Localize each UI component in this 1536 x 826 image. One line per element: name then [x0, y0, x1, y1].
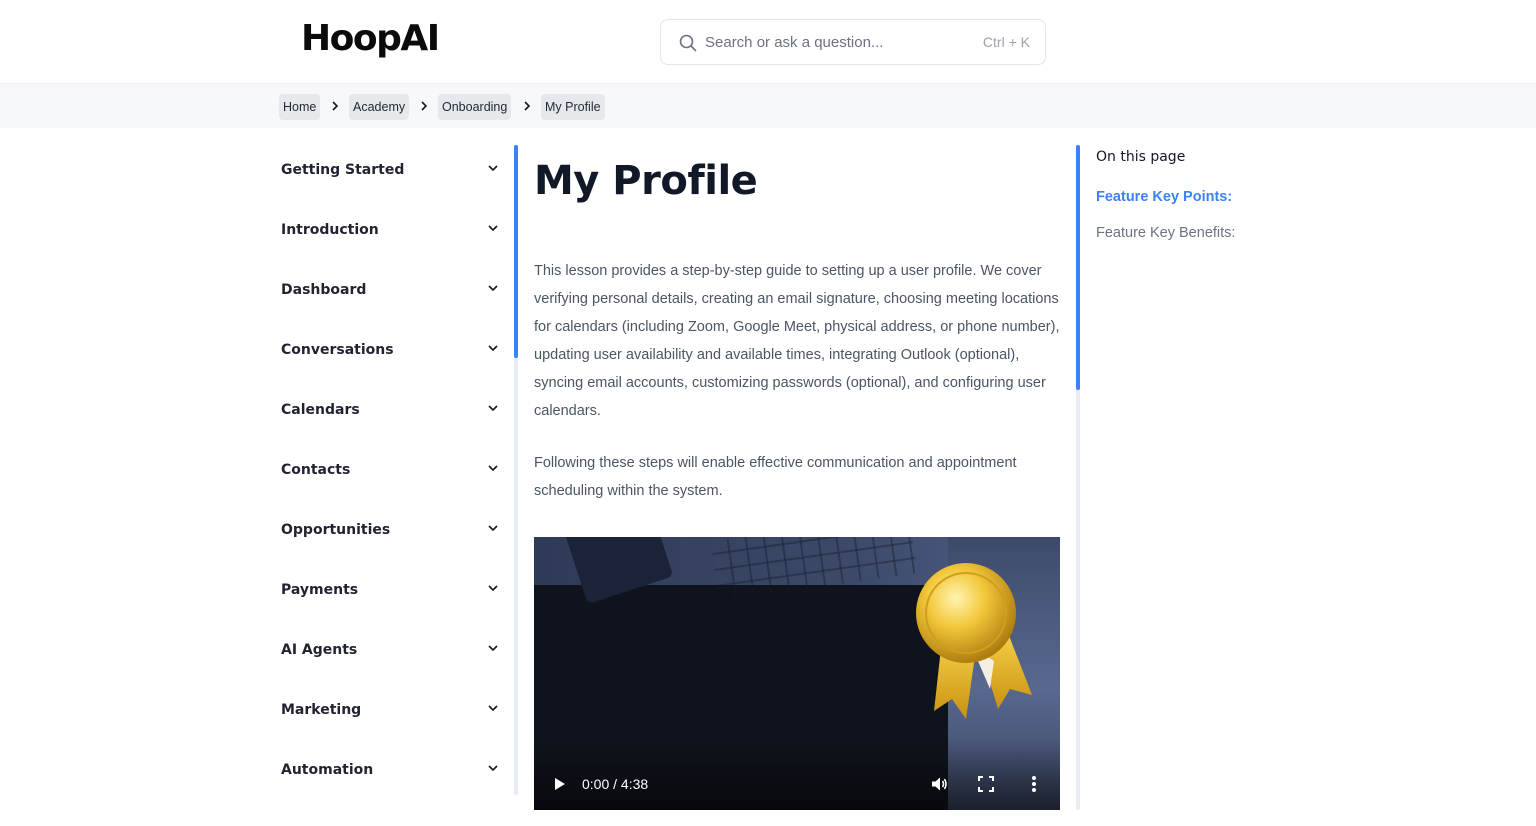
breadcrumb-onboarding[interactable]: Onboarding [438, 94, 512, 120]
toc-link-feature-key-benefits[interactable]: Feature Key Benefits: [1096, 225, 1235, 241]
chevron-down-icon[interactable] [487, 462, 499, 474]
sidebar-item-label: Introduction [281, 222, 379, 238]
search-shortcut: Ctrl + K [982, 34, 1030, 50]
more-options-icon[interactable] [1032, 775, 1036, 793]
sidebar-item-label: Dashboard [281, 282, 367, 298]
chevron-down-icon[interactable] [487, 282, 499, 294]
keyboard-graphic [710, 537, 918, 601]
page-title: My Profile [534, 158, 758, 204]
summary-paragraph: Following these steps will enable effect… [534, 455, 1017, 499]
search-icon [679, 34, 697, 52]
play-icon[interactable] [554, 777, 566, 791]
phone-graphic [564, 537, 674, 605]
toc-link-feature-key-points[interactable]: Feature Key Points: [1096, 189, 1232, 205]
sidebar-item-contacts[interactable]: Contacts [281, 450, 503, 490]
sidebar-item-label: Automation [281, 762, 374, 778]
chevron-right-icon [524, 101, 531, 111]
sidebar-item-calendars[interactable]: Calendars [281, 390, 503, 430]
intro-paragraph: This lesson provides a step-by-step guid… [534, 263, 1060, 419]
breadcrumb-home[interactable]: Home [279, 94, 321, 120]
chevron-down-icon[interactable] [487, 402, 499, 414]
chevron-down-icon[interactable] [487, 642, 499, 654]
chevron-down-icon[interactable] [487, 162, 499, 174]
chevron-down-icon[interactable] [487, 342, 499, 354]
breadcrumb: Home Academy Onboarding My Profile [0, 84, 1536, 128]
sidebar-item-payments[interactable]: Payments [281, 570, 503, 610]
chevron-down-icon[interactable] [487, 582, 499, 594]
search-placeholder: Search or ask a question... [705, 34, 884, 51]
search-input[interactable]: Search or ask a question... Ctrl + K [660, 19, 1046, 65]
logo[interactable]: HoopAI [301, 17, 440, 61]
chevron-down-icon[interactable] [487, 222, 499, 234]
toc-title: On this page [1096, 149, 1186, 165]
medal-icon [916, 563, 1032, 719]
sidebar-scrollbar-thumb[interactable] [514, 145, 518, 358]
video-player[interactable]: 0:00 / 4:38 [534, 537, 1060, 810]
toc-scrollbar-thumb[interactable] [1076, 145, 1080, 390]
sidebar-item-label: Payments [281, 582, 359, 598]
sidebar-item-label: Opportunities [281, 522, 391, 538]
sidebar-item-automation[interactable]: Automation [281, 750, 503, 790]
volume-icon[interactable] [930, 775, 948, 793]
chevron-right-icon [332, 101, 339, 111]
fullscreen-icon[interactable] [978, 776, 994, 792]
sidebar-item-label: Conversations [281, 342, 394, 358]
sidebar-item-label: AI Agents [281, 642, 358, 658]
top-header: HoopAI Search or ask a question... Ctrl … [0, 0, 1536, 84]
chevron-down-icon[interactable] [487, 522, 499, 534]
sidebar-item-dashboard[interactable]: Dashboard [281, 270, 503, 310]
breadcrumb-academy[interactable]: Academy [349, 94, 410, 120]
sidebar-item-label: Getting Started [281, 162, 405, 178]
sidebar-item-label: Contacts [281, 462, 351, 478]
sidebar-item-marketing[interactable]: Marketing [281, 690, 503, 730]
video-time: 0:00 / 4:38 [582, 776, 649, 792]
sidebar-item-ai-agents[interactable]: AI Agents [281, 630, 503, 670]
chevron-down-icon[interactable] [487, 762, 499, 774]
sidebar-item-opportunities[interactable]: Opportunities [281, 510, 503, 550]
sidebar-item-conversations[interactable]: Conversations [281, 330, 503, 370]
video-controls-bar [534, 740, 1060, 810]
sidebar-item-label: Calendars [281, 402, 360, 418]
sidebar-item-label: Marketing [281, 702, 362, 718]
breadcrumb-my-profile[interactable]: My Profile [541, 94, 605, 120]
chevron-down-icon[interactable] [487, 702, 499, 714]
sidebar-item-getting-started[interactable]: Getting Started [281, 150, 503, 190]
chevron-right-icon [421, 101, 428, 111]
sidebar-item-introduction[interactable]: Introduction [281, 210, 503, 250]
